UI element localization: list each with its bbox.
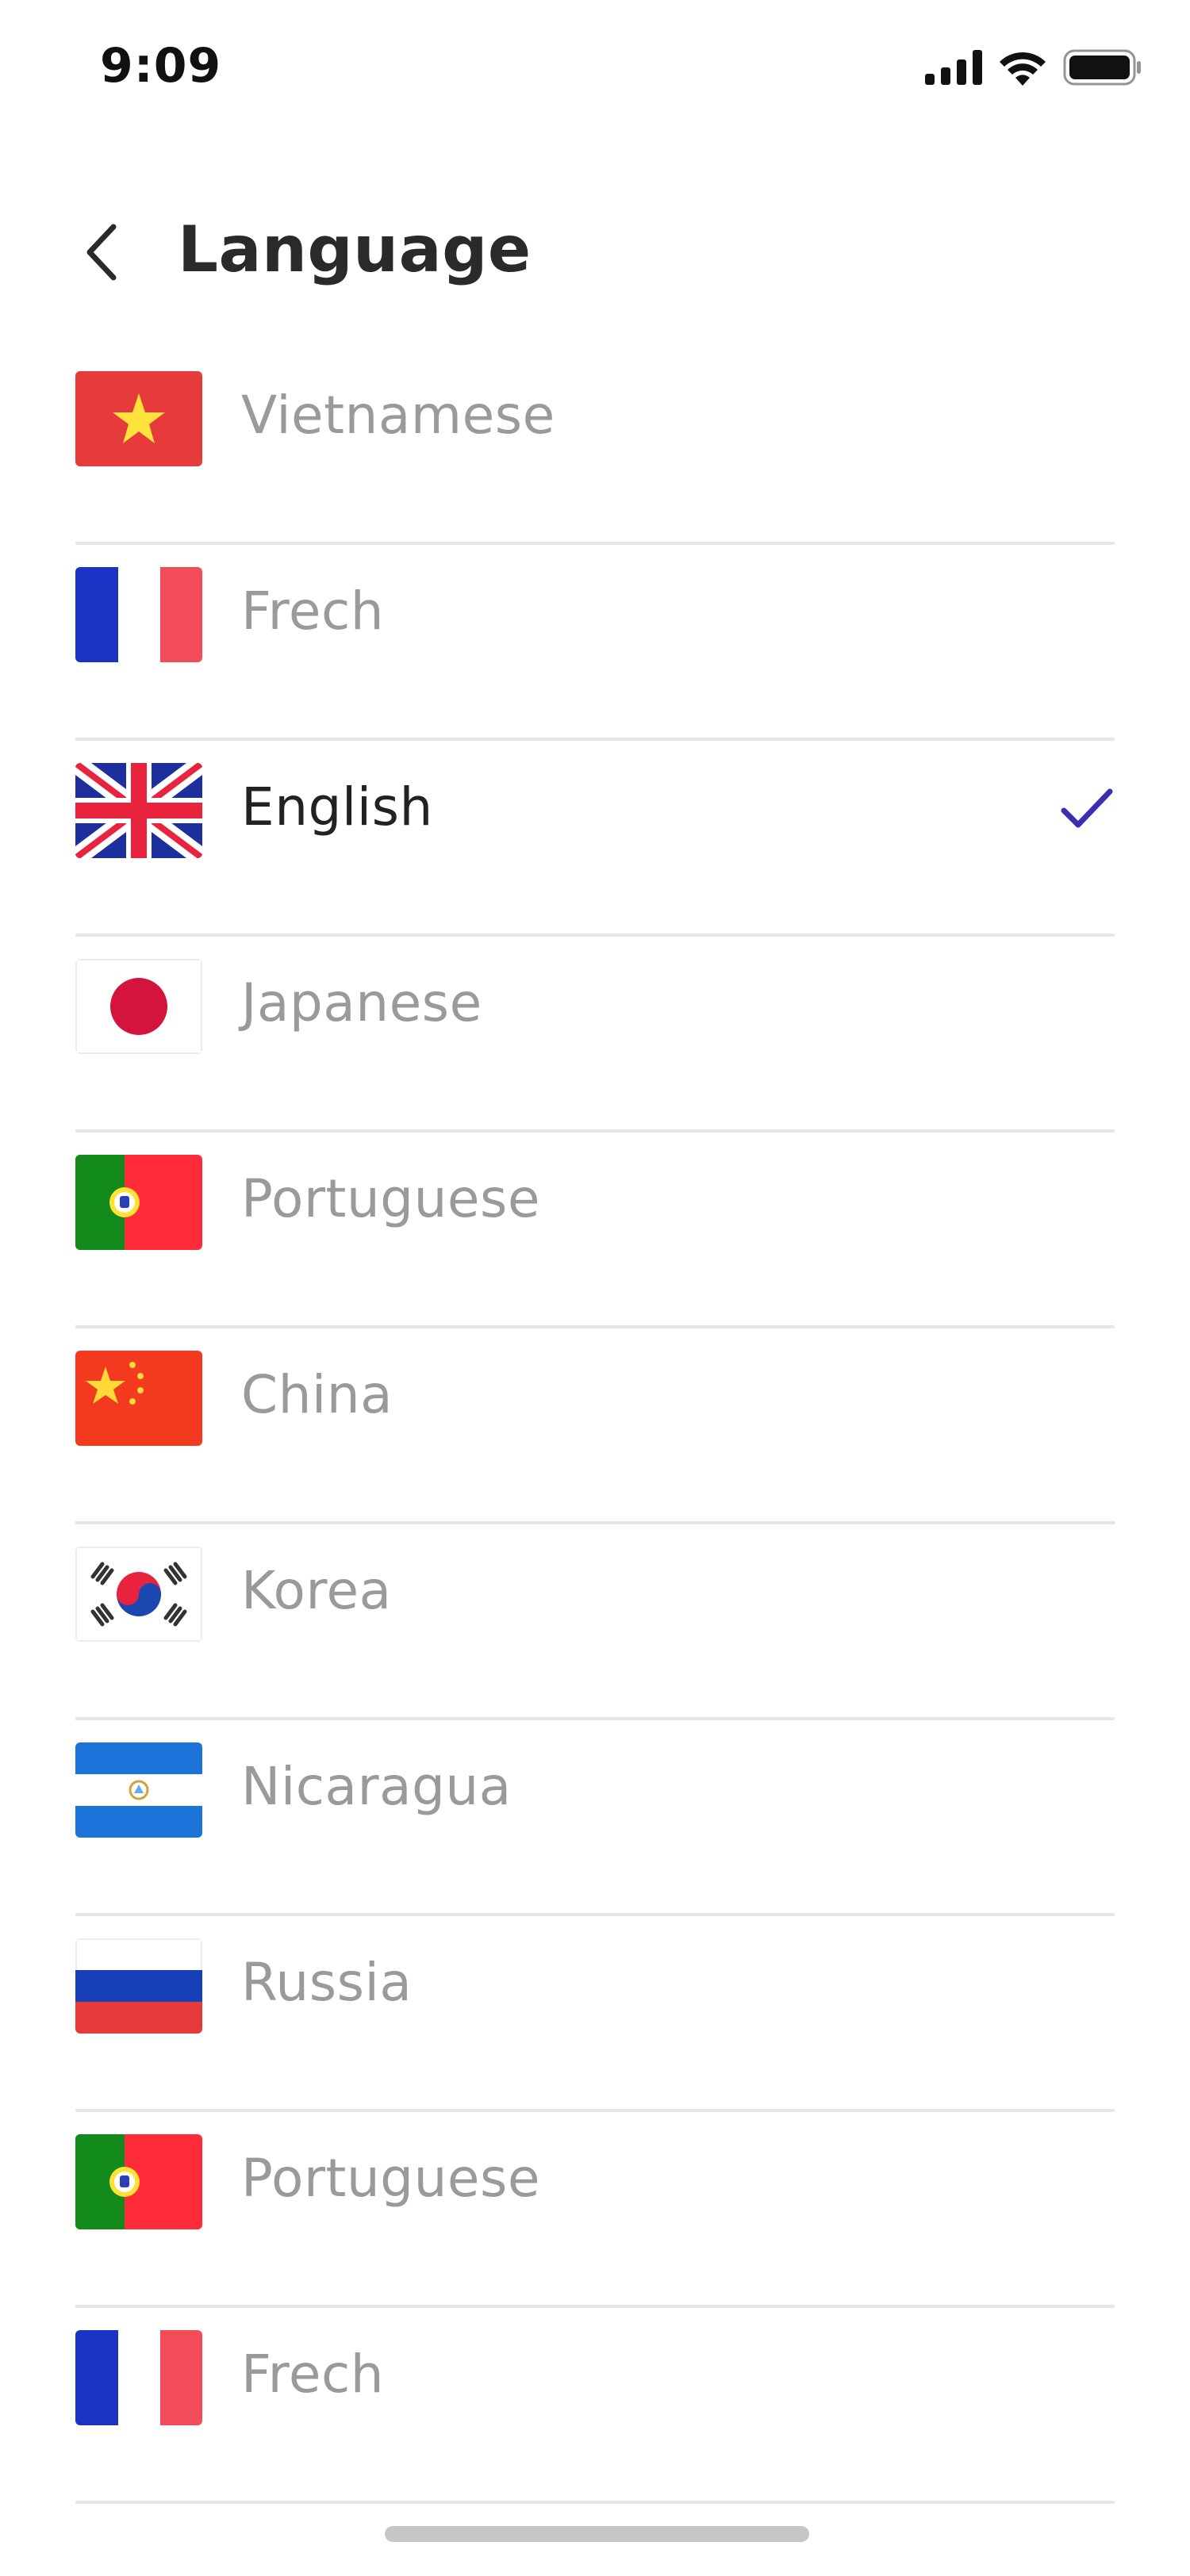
language-label: Frech <box>241 2344 385 2405</box>
language-item-english[interactable]: English <box>75 741 1115 937</box>
portugal-flag-icon <box>75 1155 202 1250</box>
language-item-nicaragua[interactable]: Nicaragua <box>75 1720 1115 1916</box>
language-list: Vietnamese Frech English Japanese Portug… <box>75 349 1115 2504</box>
japan-flag-icon <box>75 959 202 1054</box>
france-flag-icon <box>75 2330 202 2425</box>
home-indicator <box>385 2526 809 2542</box>
status-icons <box>925 49 1142 86</box>
language-label: Nicaragua <box>241 1756 512 1817</box>
language-item-french-2[interactable]: Frech <box>75 2308 1115 2504</box>
language-item-portuguese[interactable]: Portuguese <box>75 1133 1115 1328</box>
language-label: English <box>241 776 433 838</box>
russia-flag-icon <box>75 1938 202 2034</box>
language-item-portuguese-2[interactable]: Portuguese <box>75 2112 1115 2308</box>
china-flag-icon <box>75 1351 202 1446</box>
language-item-french[interactable]: Frech <box>75 545 1115 741</box>
language-label: Korea <box>241 1560 392 1621</box>
language-label: Portuguese <box>241 2148 540 2209</box>
language-item-korea[interactable]: Korea <box>75 1524 1115 1720</box>
chevron-left-icon <box>86 224 117 281</box>
check-icon <box>1061 788 1113 828</box>
nicaragua-flag-icon <box>75 1742 202 1838</box>
france-flag-icon <box>75 567 202 662</box>
language-item-china[interactable]: China <box>75 1328 1115 1524</box>
vietnam-flag-icon <box>75 371 202 466</box>
page-title: Language <box>178 213 532 286</box>
language-label: Japanese <box>241 972 482 1033</box>
korea-flag-icon <box>75 1547 202 1642</box>
portugal-flag-icon <box>75 2134 202 2229</box>
header: Language <box>0 190 1190 317</box>
language-label: China <box>241 1364 393 1425</box>
status-time: 9:09 <box>100 38 222 94</box>
battery-icon <box>1063 49 1141 86</box>
uk-flag-icon <box>75 763 202 858</box>
language-label: Russia <box>241 1952 413 2013</box>
language-item-russia[interactable]: Russia <box>75 1916 1115 2112</box>
status-bar: 9:09 <box>0 0 1190 143</box>
cellular-signal-icon <box>925 50 982 85</box>
language-label: Portuguese <box>241 1168 540 1229</box>
wifi-icon <box>1000 52 1046 86</box>
language-item-vietnamese[interactable]: Vietnamese <box>75 349 1115 545</box>
language-label: Vietnamese <box>241 385 555 446</box>
back-button[interactable] <box>70 220 133 284</box>
language-label: Frech <box>241 581 385 642</box>
language-item-japanese[interactable]: Japanese <box>75 937 1115 1133</box>
